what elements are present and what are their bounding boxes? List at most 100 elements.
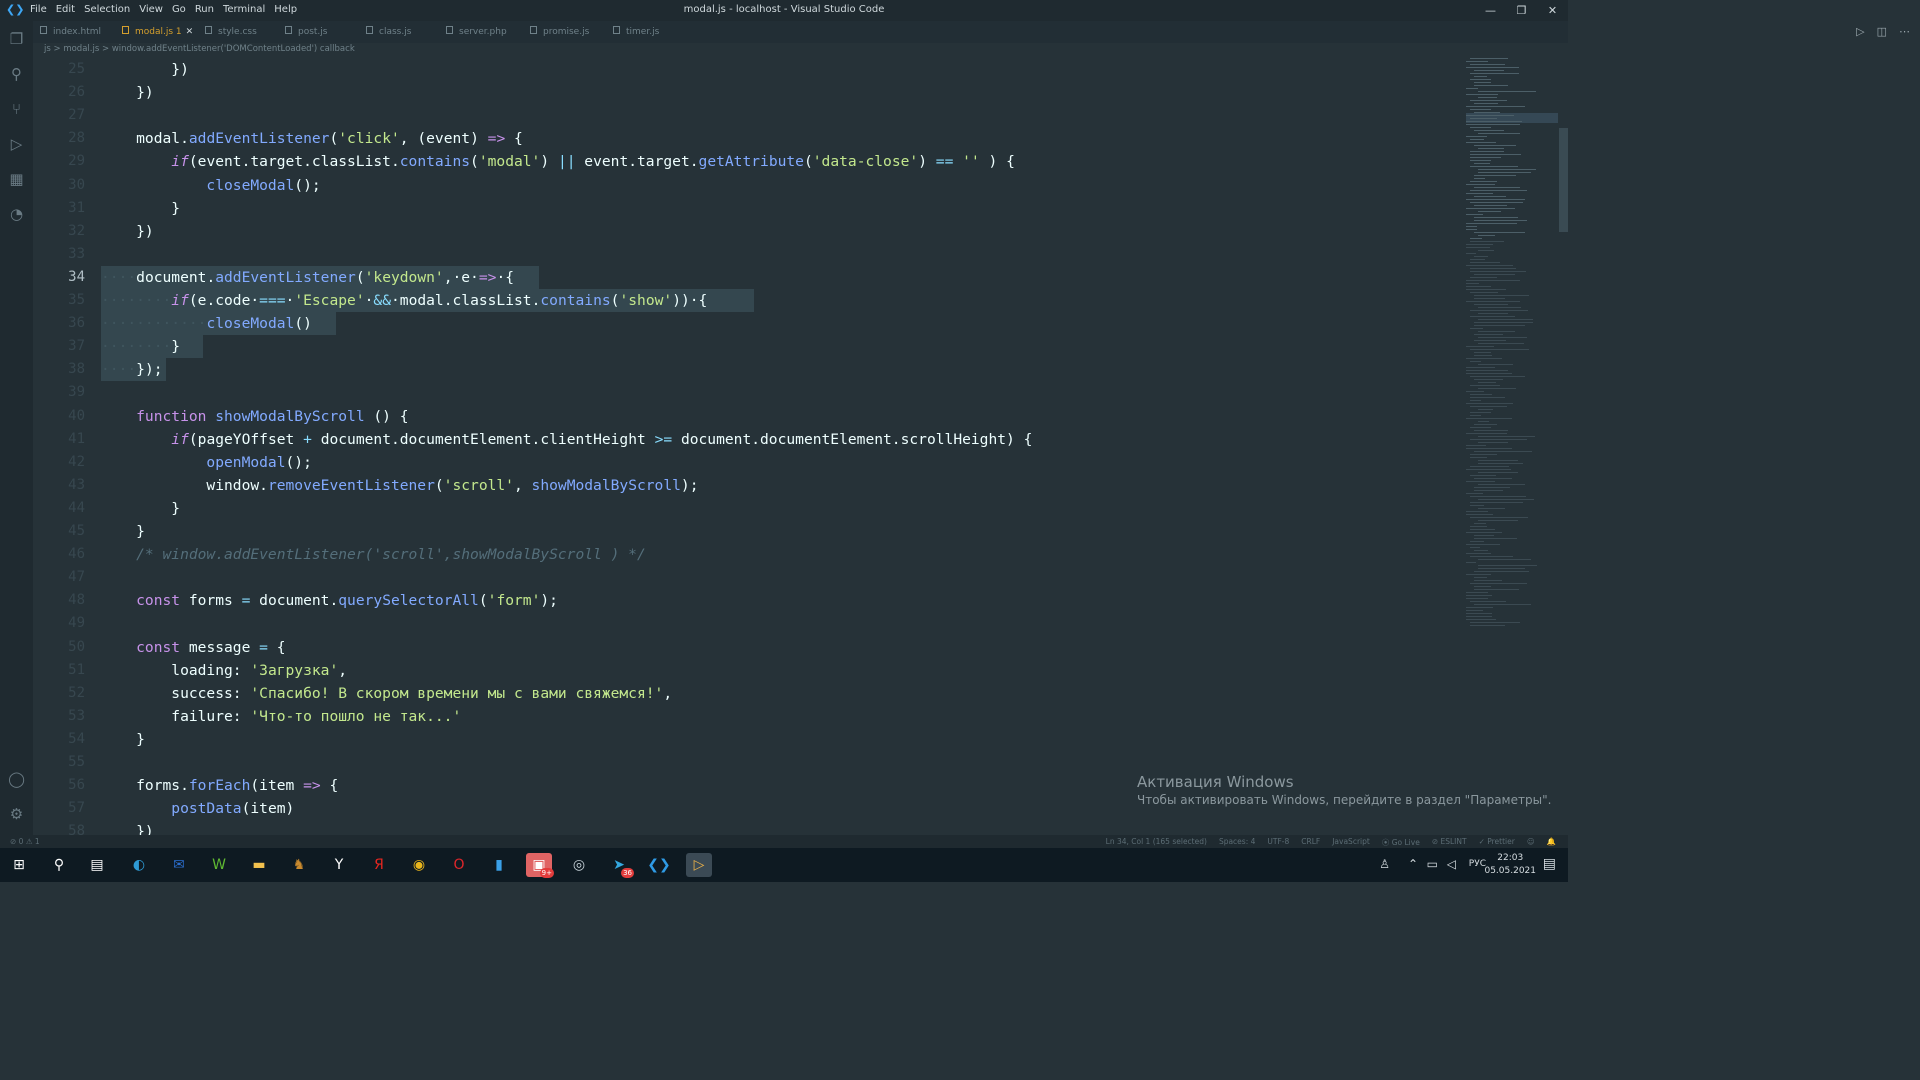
code-editor[interactable]: }) }) modal.addEventListener('click', (e… <box>101 58 1461 835</box>
games-icon[interactable]: ▣ 9+ <box>526 853 554 878</box>
vscode-icon[interactable]: ❮❯ <box>646 853 672 877</box>
code-line[interactable]: if(pageYOffset + document.documentElemen… <box>101 428 1032 451</box>
code-line[interactable]: ············closeModal() <box>101 312 312 335</box>
code-line[interactable]: ········} <box>101 335 180 358</box>
mail-icon[interactable]: ✉ <box>166 853 192 877</box>
language-mode[interactable]: JavaScript <box>1332 837 1370 848</box>
minimize-button[interactable]: — <box>1475 0 1506 21</box>
prettier-status[interactable]: ✓ Prettier <box>1479 837 1515 848</box>
code-line[interactable]: } <box>101 197 180 220</box>
edge-icon[interactable]: ◐ <box>126 853 152 877</box>
tab-post-js[interactable]: post.js <box>285 21 328 43</box>
start-icon[interactable]: ⊞ <box>6 853 32 877</box>
code-line[interactable]: } <box>101 520 145 543</box>
feedback-icon[interactable]: ☺ <box>1527 837 1535 848</box>
code-line[interactable]: loading: 'Загрузка', <box>101 659 347 682</box>
scrollbar-thumb[interactable] <box>1559 128 1568 232</box>
explorer-icon[interactable]: ❐ <box>6 29 27 50</box>
search-icon[interactable]: ⚲ <box>6 64 27 85</box>
cursor-position[interactable]: Ln 34, Col 1 (165 selected) <box>1106 837 1207 848</box>
account-icon[interactable]: ◯ <box>6 769 27 790</box>
tab-class-js[interactable]: class.js <box>366 21 411 43</box>
phone-icon[interactable]: ▮ <box>486 853 512 877</box>
code-line[interactable]: openModal(); <box>101 451 311 474</box>
code-line[interactable]: const message = { <box>101 636 285 659</box>
restore-button[interactable]: ❐ <box>1506 0 1537 21</box>
go-live-button[interactable]: ⦿ Go Live <box>1382 837 1420 848</box>
code-line[interactable]: window.removeEventListener('scroll', sho… <box>101 474 698 497</box>
code-line[interactable]: }) <box>101 81 154 104</box>
network-icon[interactable]: ▭ <box>1427 857 1438 871</box>
code-line[interactable]: failure: 'Что-то пошло не так...' <box>101 705 461 728</box>
task-view-icon[interactable]: ▤ <box>84 853 110 877</box>
tab-timer-js[interactable]: timer.js <box>613 21 659 43</box>
code-line[interactable]: function showModalByScroll () { <box>101 405 408 428</box>
app-icon[interactable]: ♞ <box>286 853 312 877</box>
tray-chevron-icon[interactable]: ⌃ <box>1408 857 1418 871</box>
indentation[interactable]: Spaces: 4 <box>1219 837 1255 848</box>
more-actions-icon[interactable]: ⋯ <box>1899 25 1910 38</box>
opera-icon[interactable]: O <box>446 853 472 877</box>
code-line[interactable]: ····document.addEventListener('keydown',… <box>101 266 514 289</box>
tab-index-html[interactable]: index.html <box>40 21 101 43</box>
split-editor-icon[interactable]: ◫ <box>1877 25 1887 38</box>
code-line[interactable]: } <box>101 728 145 751</box>
wechat-like-icon[interactable]: W <box>206 853 232 877</box>
code-line[interactable]: }) <box>101 58 189 81</box>
tab-server-php[interactable]: server.php <box>446 21 507 43</box>
code-line[interactable]: if(event.target.classList.contains('moda… <box>101 150 1015 173</box>
run-debug-icon[interactable]: ▷ <box>6 134 27 155</box>
editor-scrollbar[interactable] <box>1558 58 1568 835</box>
menu-go[interactable]: Go <box>172 4 186 15</box>
code-line[interactable]: }) <box>101 220 154 243</box>
steam-icon[interactable]: ◎ <box>566 853 592 877</box>
action-center-icon[interactable]: ▤ <box>1543 856 1556 872</box>
people-icon[interactable]: ♙ <box>1379 857 1390 871</box>
menu-selection[interactable]: Selection <box>84 4 130 15</box>
menu-terminal[interactable]: Terminal <box>223 4 265 15</box>
code-line[interactable]: closeModal(); <box>101 174 320 197</box>
git-history-icon[interactable]: ◔ <box>6 204 27 225</box>
menu-edit[interactable]: Edit <box>56 4 75 15</box>
code-line[interactable]: } <box>101 497 180 520</box>
player-icon[interactable]: ▷ <box>686 853 712 877</box>
breadcrumb-file[interactable]: modal.js <box>63 44 99 54</box>
code-line[interactable]: success: 'Спасибо! В скором времени мы с… <box>101 682 672 705</box>
encoding[interactable]: UTF-8 <box>1267 837 1289 848</box>
eslint-status[interactable]: ⊘ ESLINT <box>1432 837 1467 848</box>
line-endings[interactable]: CRLF <box>1301 837 1320 848</box>
code-line[interactable]: }) <box>101 820 154 835</box>
yandex-browser-icon[interactable]: Y <box>326 853 352 877</box>
extensions-icon[interactable]: ▦ <box>6 169 27 190</box>
breadcrumb-symbol[interactable]: window.addEventListener('DOMContentLoade… <box>112 44 355 54</box>
tab-promise-js[interactable]: promise.js <box>530 21 589 43</box>
tab-modal-js[interactable]: modal.js 1 ✕ <box>122 21 193 43</box>
run-file-icon[interactable]: ▷ <box>1856 25 1864 38</box>
chrome-icon[interactable]: ◉ <box>406 853 432 877</box>
settings-icon[interactable]: ⚙ <box>6 804 27 825</box>
language-indicator[interactable]: РУС <box>1469 859 1486 869</box>
source-control-icon[interactable]: ⑂ <box>6 99 27 120</box>
breadcrumb-folder[interactable]: js <box>44 44 51 54</box>
tab-style-css[interactable]: style.css <box>205 21 257 43</box>
code-line[interactable]: ········if(e.code·===·'Escape'·&&·modal.… <box>101 289 707 312</box>
menu-view[interactable]: View <box>139 4 163 15</box>
telegram-icon[interactable]: ➤ 36 <box>606 853 634 878</box>
close-window-button[interactable]: ✕ <box>1537 0 1568 21</box>
file-explorer-icon[interactable]: ▬ <box>246 853 272 877</box>
menu-run[interactable]: Run <box>195 4 214 15</box>
clock[interactable]: 22:03 05.05.2021 <box>1484 852 1536 878</box>
code-line[interactable]: const forms = document.querySelectorAll(… <box>101 589 558 612</box>
problems-indicator[interactable]: ⊘ 0 ⚠ 1 <box>10 837 40 846</box>
taskbar-search-icon[interactable]: ⚲ <box>46 853 72 877</box>
yandex-icon[interactable]: Я <box>366 853 392 877</box>
tab-close-icon[interactable]: ✕ <box>186 27 194 37</box>
code-line[interactable]: postData(item) <box>101 797 294 820</box>
notifications-icon[interactable]: 🔔 <box>1547 837 1556 848</box>
code-line[interactable]: ····}); <box>101 358 163 381</box>
code-line[interactable]: /* window.addEventListener('scroll',show… <box>101 543 646 566</box>
code-line[interactable]: modal.addEventListener('click', (event) … <box>101 127 523 150</box>
menu-file[interactable]: File <box>30 4 47 15</box>
volume-icon[interactable]: ◁ <box>1447 857 1456 871</box>
menu-help[interactable]: Help <box>274 4 297 15</box>
